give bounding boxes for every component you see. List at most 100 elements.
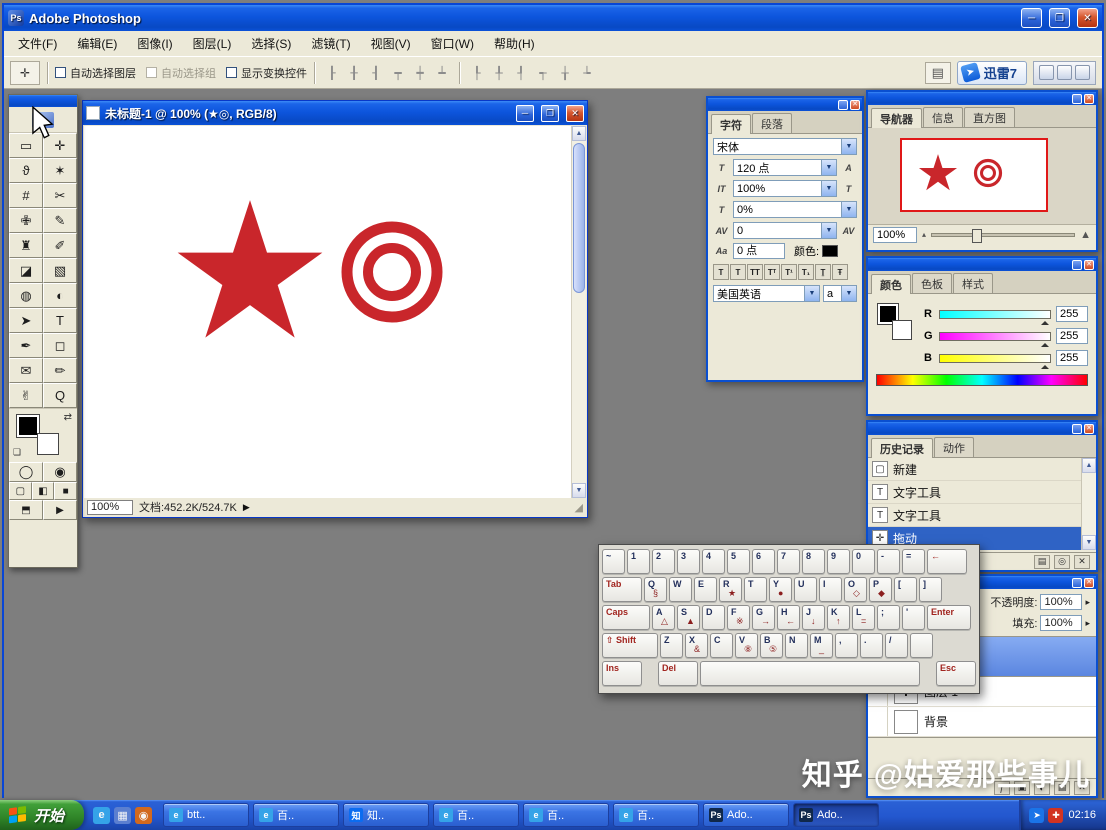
keyboard-key[interactable]: 7 — [777, 549, 800, 574]
panel-tab[interactable]: 动作 — [934, 437, 974, 457]
new-document-from-state-icon[interactable]: ▤ — [1034, 554, 1050, 569]
zoom-in-icon[interactable]: ▲ — [1080, 229, 1091, 241]
character-panel-titlebar[interactable]: ✕ — [708, 98, 862, 111]
keyboard-key[interactable]: R ★ — [719, 577, 742, 602]
file-browser-icon[interactable]: ▤ — [924, 61, 951, 84]
keyboard-key[interactable]: V⑧ — [735, 633, 758, 658]
panel-tab[interactable]: 颜色 — [871, 274, 911, 294]
text-style-button[interactable]: Ṯ — [815, 264, 831, 280]
distribute-icon-button[interactable]: ┭ — [533, 64, 553, 82]
zoom-tool[interactable]: Q — [43, 383, 77, 408]
keyboard-key[interactable]: M _ — [810, 633, 833, 658]
history-scrollbar[interactable]: ▲ ▼ — [1081, 458, 1096, 550]
keyboard-key[interactable]: 2 — [652, 549, 675, 574]
panel-tab[interactable]: 直方图 — [964, 107, 1015, 127]
keyboard-key[interactable]: I — [819, 577, 842, 602]
panel-tab[interactable]: 导航器 — [871, 108, 922, 128]
history-state-row[interactable]: T 文字工具 — [868, 481, 1096, 504]
ie-quicklaunch-icon[interactable]: e — [93, 806, 111, 824]
thunder-badge[interactable]: ➤ 迅雷7 — [956, 60, 1027, 85]
align-icon-button[interactable]: ╂ — [344, 64, 364, 82]
text-style-button[interactable]: T — [730, 264, 746, 280]
keyboard-key[interactable]: Z — [660, 633, 683, 658]
font-size-select[interactable]: 120 点 ▼ — [733, 159, 837, 176]
status-arrow-icon[interactable]: ▶ — [243, 502, 250, 513]
collapse-icon[interactable] — [1072, 577, 1082, 588]
text-style-button[interactable]: Tᵀ — [764, 264, 780, 280]
distribute-icon-button[interactable]: ┞ — [467, 64, 487, 82]
menu-item[interactable]: 图像(I) — [127, 31, 182, 56]
keyboard-key[interactable]: 9 — [827, 549, 850, 574]
vertical-scale-select[interactable]: 100% ▼ — [733, 180, 837, 197]
navigator-zoom-input[interactable]: 100% — [873, 226, 917, 243]
keyboard-key[interactable]: U — [794, 577, 817, 602]
notes-tool[interactable]: ✉ — [9, 358, 43, 383]
canvas[interactable] — [84, 126, 571, 498]
minimize-button[interactable]: ─ — [1021, 8, 1042, 28]
chevron-down-icon[interactable]: ▼ — [821, 181, 836, 196]
menu-item[interactable]: 文件(F) — [8, 31, 67, 56]
keyboard-key[interactable]: [ — [894, 577, 917, 602]
blur-tool[interactable]: ◍ — [9, 283, 43, 308]
pen-tool[interactable]: ✒ — [9, 333, 43, 358]
vertical-scrollbar[interactable]: ▲ ▼ — [571, 126, 586, 498]
keyboard-key[interactable]: ⇧ Shift — [602, 633, 658, 658]
keyboard-key[interactable]: S ▲ — [677, 605, 700, 630]
keyboard-key[interactable]: 0 — [852, 549, 875, 574]
option-checkbox[interactable]: 自动选择图层 — [55, 65, 136, 81]
close-button[interactable]: ✕ — [1077, 8, 1098, 28]
keyboard-key[interactable]: 1 — [627, 549, 650, 574]
close-icon[interactable]: ✕ — [1084, 577, 1094, 588]
keyboard-key[interactable]: X & — [685, 633, 708, 658]
chevron-down-icon[interactable]: ▼ — [841, 139, 856, 154]
tracking-select[interactable]: 0% ▼ — [733, 201, 857, 218]
align-icon-button[interactable]: ┯ — [388, 64, 408, 82]
distribute-icon-button[interactable]: ╁ — [555, 64, 575, 82]
scroll-up-icon[interactable]: ▲ — [1082, 458, 1096, 473]
keyboard-key[interactable]: 3 — [677, 549, 700, 574]
chevron-down-icon[interactable]: ▼ — [821, 223, 836, 238]
keyboard-key[interactable]: A △ — [652, 605, 675, 630]
keyboard-key[interactable]: Enter — [927, 605, 971, 630]
thunder-tray-icon[interactable]: ➤ — [1029, 807, 1045, 823]
distribute-icon-button[interactable]: ╀ — [489, 64, 509, 82]
close-icon[interactable]: ✕ — [1084, 423, 1094, 434]
close-icon[interactable]: ✕ — [1084, 259, 1094, 270]
taskbar-window-button[interactable]: Ps Ado.. — [703, 803, 790, 827]
shape-tool[interactable]: ◻ — [43, 333, 77, 358]
keyboard-key[interactable]: N — [785, 633, 808, 658]
keyboard-key[interactable]: 8 — [802, 549, 825, 574]
distribute-icon-button[interactable]: ┶ — [577, 64, 597, 82]
screen-mode-button[interactable]: ■ — [54, 482, 77, 500]
keyboard-key[interactable]: C — [710, 633, 733, 658]
channel-value-input[interactable]: 255 — [1056, 328, 1088, 344]
show-desktop-icon[interactable]: ▦ — [114, 806, 132, 824]
menu-item[interactable]: 编辑(E) — [67, 31, 127, 56]
jump-to-imageready-button[interactable]: ⬒ — [9, 500, 43, 520]
opacity-input[interactable]: 100% — [1040, 594, 1083, 610]
history-brush-tool[interactable]: ✐ — [43, 233, 77, 258]
keyboard-key[interactable]: ← — [927, 549, 967, 574]
font-family-select[interactable]: 宋体 ▼ — [713, 138, 857, 155]
scroll-up-icon[interactable]: ▲ — [572, 126, 586, 141]
checkbox-box[interactable] — [146, 67, 157, 78]
panel-tab[interactable]: 段落 — [752, 113, 792, 133]
taskbar-window-button[interactable]: e 百.. — [613, 803, 700, 827]
text-style-button[interactable]: Ŧ — [832, 264, 848, 280]
menu-item[interactable]: 窗口(W) — [421, 31, 484, 56]
restore-button[interactable]: ❐ — [1049, 8, 1070, 28]
keyboard-key[interactable]: G → — [752, 605, 775, 630]
start-button[interactable]: 开始 — [0, 800, 85, 830]
collapse-icon[interactable] — [838, 99, 848, 110]
text-style-button[interactable]: T₁ — [798, 264, 814, 280]
text-color-swatch[interactable] — [822, 245, 839, 257]
keyboard-key[interactable]: H ← — [777, 605, 800, 630]
color-slider-track[interactable] — [939, 353, 1051, 369]
panel-tab[interactable]: 字符 — [711, 114, 751, 134]
doc-restore-button[interactable]: ❐ — [541, 104, 559, 122]
media-player-icon[interactable]: ◉ — [135, 806, 153, 824]
keyboard-key[interactable]: Esc — [936, 661, 976, 686]
align-icon-button[interactable]: ┨ — [366, 64, 386, 82]
panel-tab[interactable]: 信息 — [923, 107, 963, 127]
background-color-swatch[interactable] — [37, 433, 59, 455]
